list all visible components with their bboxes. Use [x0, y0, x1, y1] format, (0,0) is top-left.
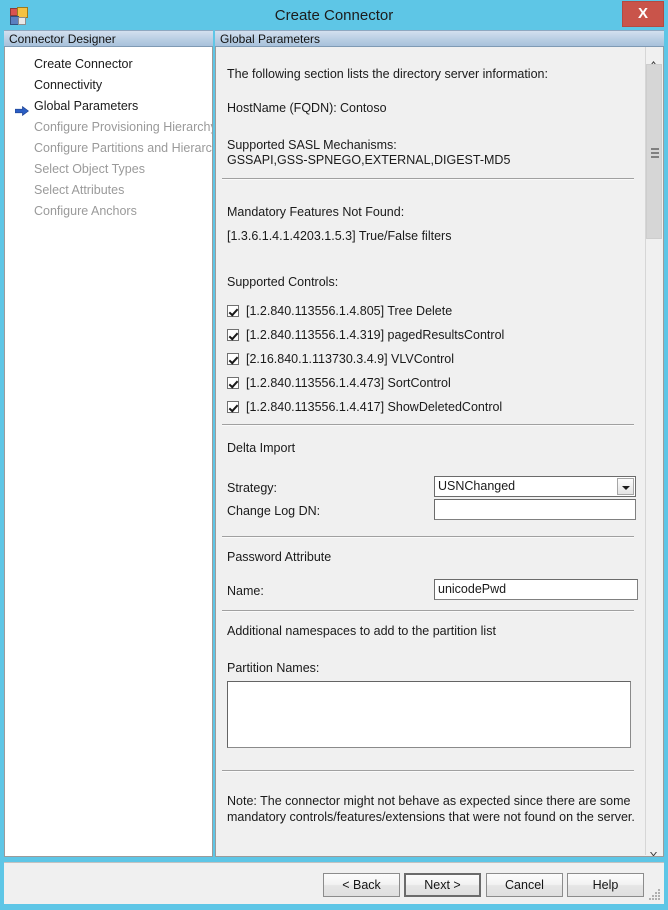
mandatory-features-label: Mandatory Features Not Found: [227, 205, 405, 219]
close-icon[interactable]: X [622, 1, 664, 27]
change-log-dn-label: Change Log DN: [227, 504, 321, 518]
sidebar-item-configure-partitions-and-hierarchies: Configure Partitions and Hierarchies [5, 138, 212, 159]
strategy-selected-value: USNChanged [438, 479, 516, 493]
password-name-input[interactable]: unicodePwd [434, 579, 638, 600]
control-label: [1.2.840.113556.1.4.473] SortControl [246, 376, 451, 390]
checkbox-icon[interactable] [227, 401, 239, 413]
create-connector-window: Create Connector X Connector Designer Gl… [0, 0, 668, 910]
control-label: [2.16.840.1.113730.3.4.9] VLVControl [246, 352, 455, 366]
control-checkbox-tree-delete[interactable]: [1.2.840.113556.1.4.805] Tree Delete [227, 304, 452, 318]
divider [222, 610, 634, 612]
sidebar-item-label: Configure Provisioning Hierarchy [34, 120, 213, 134]
resize-grip-icon[interactable] [647, 887, 661, 901]
sidebar-item-configure-anchors: Configure Anchors [5, 201, 212, 222]
warning-note: Note: The connector might not behave as … [227, 794, 635, 824]
sidebar-item-connectivity[interactable]: Connectivity [5, 75, 212, 96]
control-checkbox-vlv[interactable]: [2.16.840.1.113730.3.4.9] VLVControl [227, 352, 454, 366]
global-parameters-scroll-area: The following section lists the director… [216, 47, 646, 855]
scrollbar-thumb[interactable] [646, 64, 662, 239]
change-log-dn-input[interactable] [434, 499, 636, 520]
sidebar-item-select-object-types: Select Object Types [5, 159, 212, 180]
divider [222, 424, 634, 426]
title-bar: Create Connector X [0, 0, 668, 32]
hostname-label: HostName (FQDN): [227, 101, 337, 115]
checkbox-icon[interactable] [227, 377, 239, 389]
scrollbar-grip-icon [651, 147, 659, 158]
back-button[interactable]: < Back [323, 873, 400, 897]
dialog-button-bar: < Back Next > Cancel Help [4, 862, 664, 904]
chevron-up-icon [650, 53, 657, 66]
connector-designer-sidebar: Create Connector Connectivity Global Par… [4, 47, 213, 857]
sidebar-item-label: Configure Partitions and Hierarchies [34, 141, 212, 155]
password-attribute-title: Password Attribute [227, 550, 332, 564]
control-label: [1.2.840.113556.1.4.805] Tree Delete [246, 304, 453, 318]
content-vertical-scrollbar[interactable] [645, 47, 662, 856]
checkbox-icon[interactable] [227, 353, 239, 365]
sasl-mechanisms-label: Supported SASL Mechanisms: [227, 138, 397, 152]
checkbox-icon[interactable] [227, 329, 239, 341]
current-step-arrow-icon [14, 102, 29, 117]
chevron-down-icon [650, 844, 657, 856]
strategy-label: Strategy: [227, 481, 278, 495]
hostname-value: Contoso [340, 101, 387, 115]
sidebar-item-configure-provisioning-hierarchy: Configure Provisioning Hierarchy [5, 117, 212, 138]
checkbox-icon[interactable] [227, 305, 239, 317]
control-checkbox-sort[interactable]: [1.2.840.113556.1.4.473] SortControl [227, 376, 451, 390]
help-button[interactable]: Help [567, 873, 644, 897]
control-label: [1.2.840.113556.1.4.417] ShowDeletedCont… [246, 400, 503, 414]
cancel-button[interactable]: Cancel [486, 873, 563, 897]
sasl-mechanisms-value: GSSAPI,GSS-SPNEGO,EXTERNAL,DIGEST-MD5 [227, 153, 511, 167]
sidebar-item-label: Select Attributes [34, 183, 125, 197]
sidebar-item-global-parameters[interactable]: Global Parameters [5, 96, 212, 117]
partition-names-label: Partition Names: [227, 661, 320, 675]
sidebar-item-label: Global Parameters [34, 99, 139, 113]
intro-text: The following section lists the director… [227, 67, 548, 81]
mandatory-features-value: [1.3.6.1.4.1.4203.1.5.3] True/False filt… [227, 229, 452, 243]
delta-import-title: Delta Import [227, 441, 296, 455]
scroll-up-button[interactable] [646, 47, 662, 66]
sidebar-item-label: Select Object Types [34, 162, 145, 176]
scroll-down-button[interactable] [646, 838, 662, 856]
window-title: Create Connector [274, 7, 394, 24]
content-header: Global Parameters [215, 30, 664, 47]
sidebar-item-label: Configure Anchors [34, 204, 137, 218]
sidebar-header: Connector Designer [4, 30, 213, 47]
next-button[interactable]: Next > [404, 873, 481, 897]
additional-namespaces-title: Additional namespaces to add to the part… [227, 624, 496, 638]
strategy-dropdown[interactable]: USNChanged [434, 476, 636, 497]
control-checkbox-paged-results[interactable]: [1.2.840.113556.1.4.319] pagedResultsCon… [227, 328, 504, 342]
supported-controls-label: Supported Controls: [227, 275, 339, 289]
sidebar-item-label: Connectivity [34, 78, 103, 92]
control-label: [1.2.840.113556.1.4.319] pagedResultsCon… [246, 328, 505, 342]
sidebar-item-label: Create Connector [34, 57, 133, 71]
divider [222, 178, 634, 180]
sidebar-item-create-connector[interactable]: Create Connector [5, 54, 212, 75]
global-parameters-panel: The following section lists the director… [215, 47, 664, 857]
control-checkbox-show-deleted[interactable]: [1.2.840.113556.1.4.417] ShowDeletedCont… [227, 400, 502, 414]
scrollbar-track[interactable] [646, 64, 662, 838]
divider [222, 770, 634, 772]
password-name-label: Name: [227, 584, 264, 598]
divider [222, 536, 634, 538]
sidebar-item-select-attributes: Select Attributes [5, 180, 212, 201]
chevron-down-icon[interactable] [617, 478, 634, 495]
partition-names-textarea[interactable] [227, 681, 631, 748]
